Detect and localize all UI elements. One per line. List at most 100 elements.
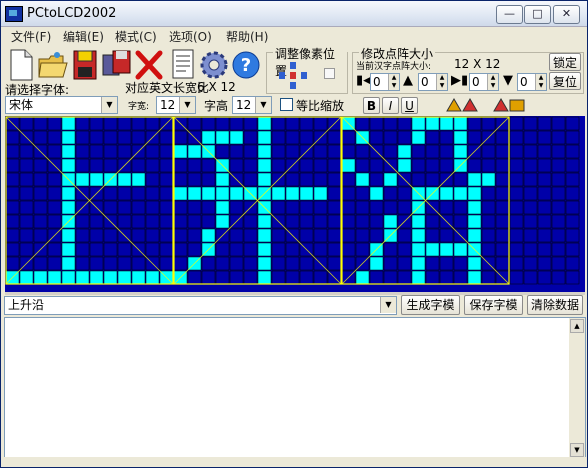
document-icon[interactable] xyxy=(167,47,199,83)
pixel-off[interactable] xyxy=(201,200,216,215)
pixel-off[interactable] xyxy=(131,214,146,229)
pixel-on[interactable] xyxy=(467,172,482,187)
pixel-off[interactable] xyxy=(285,116,300,131)
pixel-on[interactable] xyxy=(257,172,272,187)
pixel-off[interactable] xyxy=(47,186,62,201)
pixel-off[interactable] xyxy=(481,242,496,257)
pixel-off[interactable] xyxy=(5,186,20,201)
pixel-off[interactable] xyxy=(243,242,258,257)
pixel-off[interactable] xyxy=(5,158,20,173)
pixel-on[interactable] xyxy=(453,144,468,159)
pixel-on[interactable] xyxy=(89,172,104,187)
pixel-on[interactable] xyxy=(61,186,76,201)
pixel-off[interactable] xyxy=(509,242,524,257)
pixel-on[interactable] xyxy=(383,172,398,187)
pixel-off[interactable] xyxy=(201,256,216,271)
pixel-off[interactable] xyxy=(271,270,286,285)
pixel-off[interactable] xyxy=(159,214,174,229)
pixel-off[interactable] xyxy=(397,242,412,257)
pixel-off[interactable] xyxy=(355,214,370,229)
pixel-off[interactable] xyxy=(285,214,300,229)
pixel-off[interactable] xyxy=(369,172,384,187)
pixel-off[interactable] xyxy=(5,242,20,257)
scroll-up-icon[interactable]: ▲ xyxy=(570,319,584,333)
pixel-off[interactable] xyxy=(145,116,160,131)
pixel-off[interactable] xyxy=(173,200,188,215)
pixel-off[interactable] xyxy=(537,214,552,229)
pixel-off[interactable] xyxy=(299,228,314,243)
pixel-off[interactable] xyxy=(425,214,440,229)
pixel-off[interactable] xyxy=(33,172,48,187)
pixel-off[interactable] xyxy=(159,242,174,257)
font-select[interactable]: 宋体 ▼ xyxy=(5,96,118,114)
pixel-off[interactable] xyxy=(313,172,328,187)
pixel-on[interactable] xyxy=(61,270,76,285)
pixel-on[interactable] xyxy=(131,270,146,285)
pixel-off[interactable] xyxy=(495,158,510,173)
pixel-off[interactable] xyxy=(495,242,510,257)
pixel-off[interactable] xyxy=(103,200,118,215)
pixel-off[interactable] xyxy=(47,214,62,229)
pixel-off[interactable] xyxy=(103,116,118,131)
pixel-off[interactable] xyxy=(33,214,48,229)
pixel-off[interactable] xyxy=(537,172,552,187)
pixel-off[interactable] xyxy=(523,116,538,131)
pixel-off[interactable] xyxy=(215,116,230,131)
pixel-off[interactable] xyxy=(313,270,328,285)
pixel-off[interactable] xyxy=(75,144,90,159)
pixel-off[interactable] xyxy=(523,200,538,215)
pixel-on[interactable] xyxy=(467,256,482,271)
pixel-off[interactable] xyxy=(47,116,62,131)
pixel-off[interactable] xyxy=(565,200,580,215)
width-select[interactable]: 12 ▼ xyxy=(156,96,196,114)
pixel-off[interactable] xyxy=(439,256,454,271)
pixel-off[interactable] xyxy=(425,144,440,159)
settings-gear-icon[interactable] xyxy=(198,47,230,83)
pixel-off[interactable] xyxy=(453,256,468,271)
title-bar[interactable]: PCtoLCD2002 — □ ✕ xyxy=(1,1,587,27)
pixel-on[interactable] xyxy=(453,242,468,257)
pixel-on[interactable] xyxy=(61,116,76,131)
pixel-off[interactable] xyxy=(75,256,90,271)
pixel-off[interactable] xyxy=(551,242,566,257)
pixel-on[interactable] xyxy=(117,172,132,187)
menu-mode[interactable]: 模式(C) xyxy=(115,28,157,45)
pixel-on[interactable] xyxy=(383,214,398,229)
pixel-off[interactable] xyxy=(89,144,104,159)
pixel-off[interactable] xyxy=(551,228,566,243)
pixel-off[interactable] xyxy=(453,214,468,229)
pixel-off[interactable] xyxy=(453,270,468,285)
pixel-off[interactable] xyxy=(159,256,174,271)
pixel-off[interactable] xyxy=(285,130,300,145)
pixel-on[interactable] xyxy=(341,158,356,173)
pixel-off[interactable] xyxy=(565,158,580,173)
pixel-off[interactable] xyxy=(397,256,412,271)
pixel-off[interactable] xyxy=(19,214,34,229)
spin-right-arrows-icon[interactable]: ▲ ▼ xyxy=(487,74,498,90)
pixel-off[interactable] xyxy=(47,242,62,257)
pixel-off[interactable] xyxy=(327,130,342,145)
pixel-off[interactable] xyxy=(565,186,580,201)
pixel-off[interactable] xyxy=(369,130,384,145)
pixel-off[interactable] xyxy=(425,270,440,285)
pixel-off[interactable] xyxy=(201,172,216,187)
pixel-off[interactable] xyxy=(47,172,62,187)
pixel-off[interactable] xyxy=(5,256,20,271)
pixel-off[interactable] xyxy=(523,256,538,271)
pixel-off[interactable] xyxy=(341,256,356,271)
pixel-on[interactable] xyxy=(89,270,104,285)
pixel-arrows-icon[interactable] xyxy=(275,61,315,91)
pixel-on[interactable] xyxy=(411,130,426,145)
pixel-off[interactable] xyxy=(187,228,202,243)
pixel-on[interactable] xyxy=(187,186,202,201)
pixel-off[interactable] xyxy=(187,200,202,215)
pixel-off[interactable] xyxy=(117,116,132,131)
pixel-off[interactable] xyxy=(75,130,90,145)
pixel-off[interactable] xyxy=(355,242,370,257)
pixel-off[interactable] xyxy=(243,214,258,229)
chevron-down-icon[interactable]: ▼ xyxy=(101,97,117,113)
pixel-off[interactable] xyxy=(341,200,356,215)
pixel-off[interactable] xyxy=(103,228,118,243)
pixel-off[interactable] xyxy=(103,242,118,257)
pixel-on[interactable] xyxy=(75,270,90,285)
